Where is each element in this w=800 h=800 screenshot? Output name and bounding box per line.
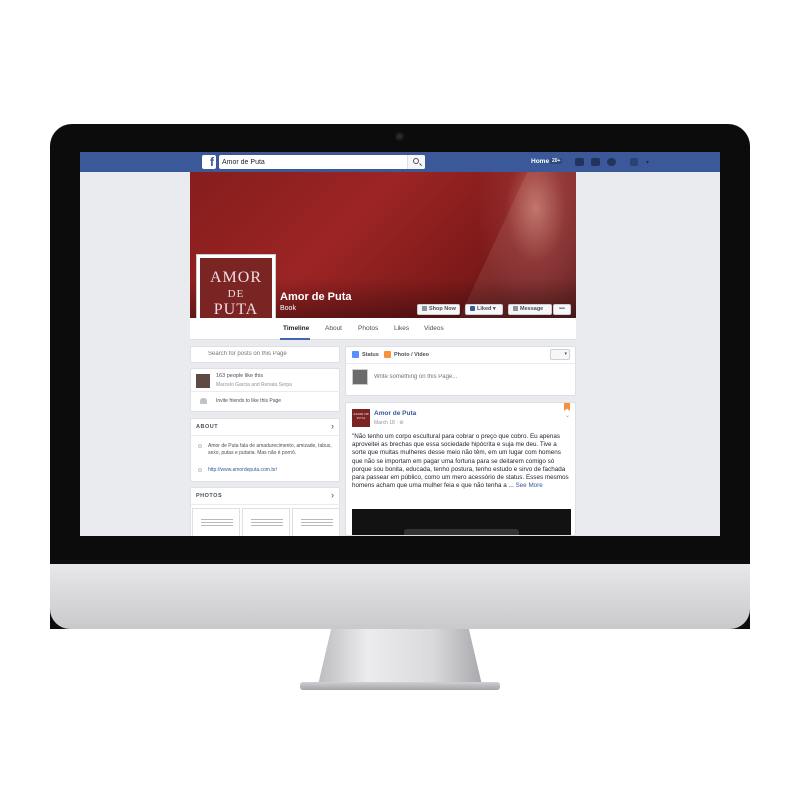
bookmark-icon [564,403,570,411]
globe-icon [198,468,202,472]
liked-label: Liked ▾ [477,306,496,312]
thumbnail-line [301,525,333,526]
photo-thumbnail[interactable] [242,508,290,536]
friend-requests-icon[interactable] [575,158,584,166]
page-search-card [190,346,340,363]
thumbnail-line [301,522,333,523]
more-button[interactable]: ••• [553,304,571,315]
imac-stand [318,629,482,685]
thumbnail-line [251,525,283,526]
search-input[interactable] [222,156,402,168]
thumbnail-line [251,519,283,520]
search-icon [413,158,419,164]
message-label: Message [520,306,544,312]
timeline-post: AMOR DE PUTA Amor de Puta March 18 · ⚙ ⌄… [345,402,576,536]
post-date[interactable]: March 18 · ⚙ [374,420,404,426]
message-icon [513,306,518,311]
composer-avatar [352,369,368,385]
profile-logo-line: DE [227,288,245,300]
likes-card: 163 people like this Marcelo Garcia and … [190,368,341,412]
camera-icon [384,351,391,358]
thumbnail-line [201,522,233,523]
facebook-logo-icon[interactable]: f [202,155,216,169]
chevron-right-icon[interactable]: › [331,490,334,500]
message-button[interactable]: Message [508,304,552,315]
likes-friends[interactable]: Marcelo Garcia and Renata Serpa [216,382,292,388]
shop-now-label: Shop Now [429,306,456,312]
pencil-icon [352,351,359,358]
page-nav-tabs: Timeline About Photos Likes Videos [190,318,576,340]
photos-card: PHOTOS › [190,487,341,536]
thumbnail-line [251,522,283,523]
divider [191,391,341,392]
divider [191,435,341,436]
thumbnail-line [201,525,233,526]
post-author[interactable]: Amor de Puta [374,410,416,417]
post-text: "Não tenho um corpo escultural para cobr… [352,433,572,490]
post-body: "Não tenho um corpo escultural para cobr… [352,433,569,490]
account-menu-arrow-icon[interactable]: ▾ [646,159,649,166]
status-tab[interactable]: Status [362,352,379,358]
profile-logo-line: AMOR [209,269,262,286]
notifications-globe-icon[interactable] [607,158,616,166]
website-link[interactable]: http://www.amordeputa.com.br/ [208,467,277,473]
about-description: Amor de Puta fala de amadurecimento, ami… [208,443,332,456]
thumbnail-line [201,519,233,520]
info-icon [198,444,202,448]
search-box[interactable] [219,155,425,169]
search-posts-input[interactable] [208,351,333,357]
tab-photos[interactable]: Photos [358,325,378,332]
about-heading[interactable]: ABOUT [196,424,218,430]
home-badge: 20+ [550,158,563,164]
imac-stand-base [300,682,500,690]
lock-icon[interactable] [630,158,638,166]
invite-friends-icon [200,398,207,404]
composer-input[interactable] [374,374,564,380]
chevron-down-icon[interactable]: ⌄ [565,412,570,419]
about-card: ABOUT › Amor de Puta fala de amadurecime… [190,418,341,482]
search-button[interactable] [407,155,425,169]
posting-as-selector[interactable]: ▾ [550,349,570,360]
photos-heading[interactable]: PHOTOS [196,493,222,499]
tab-videos[interactable]: Videos [424,325,444,332]
thumbnail-line [301,519,333,520]
photo-thumbnail[interactable] [192,508,240,536]
divider [191,504,341,505]
screen: f Home 20+ ▾ AMOR DE PUTA [80,152,720,536]
profile-logo-line: PUTA [213,301,259,318]
tab-about[interactable]: About [325,325,342,332]
home-link[interactable]: Home [531,158,549,165]
imac-chin [50,564,750,629]
media-element [404,529,519,535]
post-media[interactable] [352,509,571,535]
page-content: AMOR DE PUTA Amor de Puta Book Shop Now … [190,172,577,536]
liked-button[interactable]: Liked ▾ [465,304,503,315]
photo-video-tab[interactable]: Photo / Video [394,352,429,358]
divider [346,363,577,364]
tab-likes[interactable]: Likes [394,325,409,332]
page-title[interactable]: Amor de Puta [280,291,352,303]
friend-avatar[interactable] [196,374,210,388]
post-composer: Status Photo / Video ▾ [345,346,577,396]
shop-now-button[interactable]: Shop Now [417,304,460,315]
see-more-link[interactable]: See More [515,482,542,489]
tab-timeline[interactable]: Timeline [283,325,309,332]
likes-count[interactable]: 163 people like this [216,373,263,379]
chevron-right-icon[interactable]: › [331,421,334,431]
photo-thumbnail[interactable] [292,508,340,536]
post-avatar[interactable]: AMOR DE PUTA [352,409,370,427]
invite-friends-link[interactable]: Invite friends to like this Page [216,398,281,404]
messages-icon[interactable] [591,158,600,166]
like-icon [470,306,475,311]
page-category: Book [280,305,296,312]
active-tab-indicator [280,338,310,340]
webcam [395,132,404,141]
shop-icon [422,306,427,311]
facebook-top-bar: f Home 20+ ▾ [80,152,720,172]
